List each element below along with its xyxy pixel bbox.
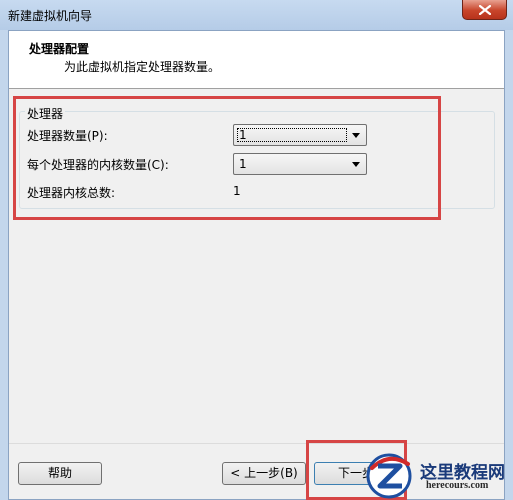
page-title: 处理器配置 bbox=[29, 42, 90, 56]
brand-logo-icon bbox=[366, 453, 412, 499]
cores-per-cpu-select[interactable]: 1 bbox=[233, 153, 367, 175]
focus-indicator bbox=[237, 128, 347, 142]
window-frame-right bbox=[505, 30, 513, 500]
title-bar: 新建虚拟机向导 bbox=[0, 0, 513, 30]
watermark: 这里教程网 herecours.com bbox=[360, 440, 513, 500]
window-title: 新建虚拟机向导 bbox=[8, 9, 93, 23]
wizard-client-area: 处理器配置 为此虚拟机指定处理器数量。 处理器 处理器数量(P): 1 每个处理… bbox=[8, 30, 505, 500]
close-icon bbox=[478, 4, 491, 15]
watermark-url-text: herecours.com bbox=[426, 480, 489, 491]
help-button[interactable]: 帮助 bbox=[18, 462, 102, 485]
page-subtitle: 为此虚拟机指定处理器数量。 bbox=[64, 60, 221, 74]
total-cores-value: 1 bbox=[233, 184, 241, 198]
cpu-count-label: 处理器数量(P): bbox=[27, 129, 108, 143]
window-frame-left bbox=[0, 30, 8, 500]
cores-per-cpu-label: 每个处理器的内核数量(C): bbox=[27, 158, 169, 172]
chevron-down-icon bbox=[352, 162, 360, 167]
cores-per-cpu-value: 1 bbox=[239, 157, 247, 171]
total-cores-label: 处理器内核总数: bbox=[27, 186, 116, 200]
processor-group-legend: 处理器 bbox=[25, 105, 66, 122]
chevron-down-icon bbox=[352, 133, 360, 138]
cpu-count-select[interactable]: 1 bbox=[233, 124, 367, 146]
back-button[interactable]: < 上一步(B) bbox=[222, 462, 306, 485]
cpu-count-value: 1 bbox=[239, 128, 247, 142]
close-button[interactable] bbox=[462, 0, 507, 20]
wizard-header: 处理器配置 为此虚拟机指定处理器数量。 bbox=[9, 31, 504, 89]
